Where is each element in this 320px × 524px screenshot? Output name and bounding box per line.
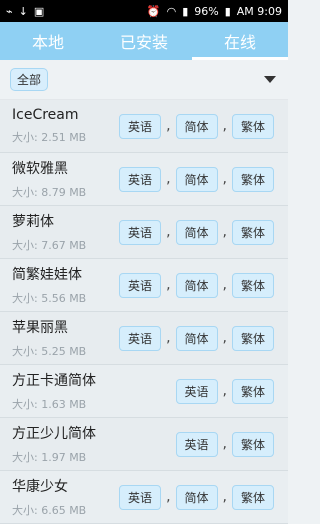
font-name: 苹果丽黑 <box>12 320 68 336</box>
status-left: ⌁ ↓ ▣ <box>6 6 44 17</box>
font-item-huakang-girl[interactable]: 华康少女 大小: 6.65 MB 英语 , 简体 , 繁体 <box>0 471 288 524</box>
download-icon: ↓ <box>18 4 28 18</box>
font-actions: 英语 , 简体 , 繁体 <box>119 484 274 510</box>
separator: , <box>166 224 171 240</box>
font-size: 大小: 5.56 MB <box>12 292 87 305</box>
font-info: 苹果丽黑 大小: 5.25 MB <box>12 317 119 359</box>
tab-label: 在线 <box>223 33 256 52</box>
font-item-microsoft-yahei[interactable]: 微软雅黑 大小: 8.79 MB 英语 , 简体 , 繁体 <box>0 153 288 206</box>
traditional-button[interactable]: 繁体 <box>231 484 274 510</box>
alarm-icon: ⏰ <box>146 4 161 18</box>
english-button[interactable]: 英语 <box>119 219 162 245</box>
english-button[interactable]: 英语 <box>175 378 218 404</box>
separator: , <box>222 224 227 240</box>
font-size: 大小: 5.25 MB <box>12 345 87 358</box>
battery-percent: 96% <box>194 4 219 18</box>
font-name: 方正卡通简体 <box>12 373 96 389</box>
simplified-button[interactable]: 简体 <box>175 272 218 298</box>
font-size: 大小: 8.79 MB <box>12 186 87 199</box>
font-name: 华康少女 <box>12 479 68 495</box>
font-item-luoli[interactable]: 萝莉体 大小: 7.67 MB 英语 , 简体 , 繁体 <box>0 206 288 259</box>
english-button[interactable]: 英语 <box>119 484 162 510</box>
tab-installed[interactable]: 已安装 <box>96 22 192 60</box>
font-name: 微软雅黑 <box>12 161 68 177</box>
font-info: 方正少儿简体 大小: 1.97 MB <box>12 423 176 465</box>
font-info: 微软雅黑 大小: 8.79 MB <box>12 158 119 200</box>
separator: , <box>222 118 227 134</box>
traditional-button[interactable]: 繁体 <box>231 378 274 404</box>
font-actions: 英语 , 简体 , 繁体 <box>119 166 274 192</box>
separator: , <box>166 171 171 187</box>
english-button[interactable]: 英语 <box>119 325 162 351</box>
separator: , <box>222 277 227 293</box>
separator: , <box>222 383 227 399</box>
font-info: IceCream 大小: 2.51 MB <box>12 107 119 145</box>
separator: , <box>166 330 171 346</box>
battery-icon: ▮ <box>224 4 231 18</box>
usb-icon: ⌁ <box>6 4 13 18</box>
font-actions: 英语 , 简体 , 繁体 <box>119 113 274 139</box>
separator: , <box>222 436 227 452</box>
font-item-fangzheng-cartoon[interactable]: 方正卡通简体 大小: 1.63 MB 英语 , 繁体 <box>0 365 288 418</box>
font-info: 方正卡通简体 大小: 1.63 MB <box>12 370 176 412</box>
english-button[interactable]: 英语 <box>119 272 162 298</box>
wifi-icon: ◠ <box>166 4 177 18</box>
english-button[interactable]: 英语 <box>119 113 162 139</box>
font-name: IceCream <box>12 107 79 123</box>
font-size: 大小: 7.67 MB <box>12 239 87 252</box>
simplified-button[interactable]: 简体 <box>175 113 218 139</box>
font-name: 简繁娃娃体 <box>12 267 82 283</box>
chevron-down-icon[interactable] <box>264 76 276 83</box>
traditional-button[interactable]: 繁体 <box>231 272 274 298</box>
separator: , <box>166 277 171 293</box>
status-bar: ⌁ ↓ ▣ ⏰ ◠ ▮ 96% ▮ AM 9:09 <box>0 0 288 22</box>
font-size: 大小: 1.63 MB <box>12 398 87 411</box>
traditional-button[interactable]: 繁体 <box>231 113 274 139</box>
english-button[interactable]: 英语 <box>175 431 218 457</box>
separator: , <box>166 489 171 505</box>
status-right: ⏰ ◠ ▮ 96% ▮ AM 9:09 <box>147 5 282 18</box>
font-size: 大小: 6.65 MB <box>12 504 87 517</box>
tab-label: 已安装 <box>119 33 168 52</box>
tab-label: 本地 <box>31 33 64 52</box>
font-actions: 英语 , 繁体 <box>175 431 274 457</box>
font-item-apple-lihei[interactable]: 苹果丽黑 大小: 5.25 MB 英语 , 简体 , 繁体 <box>0 312 288 365</box>
separator: , <box>222 330 227 346</box>
simplified-button[interactable]: 简体 <box>175 219 218 245</box>
font-actions: 英语 , 简体 , 繁体 <box>119 272 274 298</box>
font-actions: 英语 , 繁体 <box>175 378 274 404</box>
font-actions: 英语 , 简体 , 繁体 <box>119 325 274 351</box>
traditional-button[interactable]: 繁体 <box>231 431 274 457</box>
font-size: 大小: 2.51 MB <box>12 131 87 144</box>
font-info: 萝莉体 大小: 7.67 MB <box>12 211 119 253</box>
simplified-button[interactable]: 简体 <box>175 484 218 510</box>
gallery-icon: ▣ <box>33 4 45 18</box>
font-name: 萝莉体 <box>12 214 54 230</box>
simplified-button[interactable]: 简体 <box>175 325 218 351</box>
separator: , <box>166 118 171 134</box>
font-size: 大小: 1.97 MB <box>12 451 87 464</box>
tab-bar: 本地 已安装 在线 <box>0 22 288 60</box>
font-item-icecream[interactable]: IceCream 大小: 2.51 MB 英语 , 简体 , 繁体 <box>0 100 288 153</box>
font-list: IceCream 大小: 2.51 MB 英语 , 简体 , 繁体 微软雅黑 大… <box>0 100 288 524</box>
english-button[interactable]: 英语 <box>119 166 162 192</box>
simplified-button[interactable]: 简体 <box>175 166 218 192</box>
font-name: 方正少儿简体 <box>12 426 96 442</box>
signal-icon: ▮ <box>182 4 189 18</box>
clock-time: AM 9:09 <box>236 4 282 18</box>
font-item-wawa[interactable]: 简繁娃娃体 大小: 5.56 MB 英语 , 简体 , 繁体 <box>0 259 288 312</box>
filter-bar[interactable]: 全部 <box>0 60 288 100</box>
font-actions: 英语 , 简体 , 繁体 <box>119 219 274 245</box>
traditional-button[interactable]: 繁体 <box>231 219 274 245</box>
separator: , <box>222 489 227 505</box>
tab-local[interactable]: 本地 <box>0 22 96 60</box>
traditional-button[interactable]: 繁体 <box>231 325 274 351</box>
traditional-button[interactable]: 繁体 <box>231 166 274 192</box>
filter-chip-all[interactable]: 全部 <box>10 68 49 91</box>
font-info: 简繁娃娃体 大小: 5.56 MB <box>12 264 119 306</box>
separator: , <box>222 171 227 187</box>
font-item-fangzheng-children[interactable]: 方正少儿简体 大小: 1.97 MB 英语 , 繁体 <box>0 418 288 471</box>
tab-online[interactable]: 在线 <box>192 22 288 60</box>
